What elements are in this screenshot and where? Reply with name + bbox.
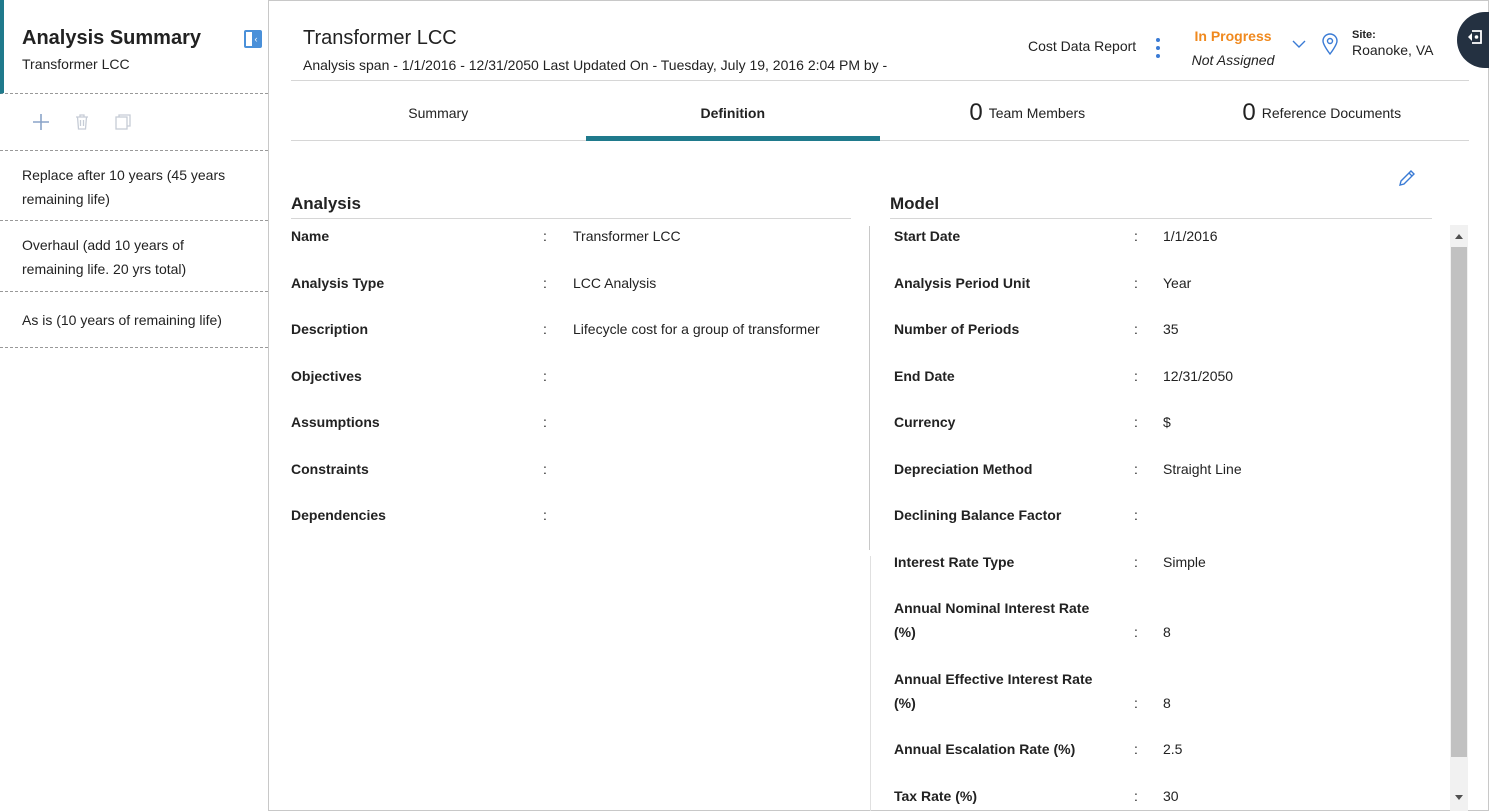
- field-label: Annual Nominal Interest Rate (%): [894, 600, 1090, 640]
- field-value: Straight Line: [1163, 461, 1242, 477]
- chevron-down-icon[interactable]: [1291, 36, 1307, 52]
- field-label: Interest Rate Type: [894, 554, 1015, 570]
- field-colon: :: [1134, 741, 1138, 757]
- field-value: $: [1163, 414, 1171, 430]
- tab-label: Team Members: [988, 104, 1086, 121]
- field-label: End Date: [894, 368, 955, 384]
- field-label: Start Date: [894, 228, 961, 244]
- field-value: Lifecycle cost for a group of transforme…: [573, 321, 820, 337]
- field-label: Analysis Type: [291, 275, 385, 291]
- page-title: Transformer LCC: [303, 27, 457, 49]
- sidebar-title: Analysis Summary: [22, 27, 201, 49]
- tab-definition[interactable]: Definition: [585, 81, 881, 141]
- tab-label: Reference Documents: [1261, 104, 1402, 121]
- field-label: Description: [291, 321, 369, 337]
- field-value: 8: [1163, 624, 1171, 640]
- tab-label: Definition: [700, 104, 766, 121]
- tab-count: 0: [1242, 98, 1256, 126]
- field-label: Annual Effective Interest Rate (%): [894, 671, 1093, 711]
- assignment-status: Not Assigned: [1191, 52, 1275, 68]
- field-label: Number of Periods: [894, 321, 1020, 337]
- tab-team-members[interactable]: 0 Team Members: [880, 81, 1175, 140]
- model-heading: Model: [890, 194, 1432, 219]
- analysis-heading: Analysis: [291, 194, 851, 219]
- field-label: Annual Escalation Rate (%): [894, 741, 1076, 757]
- field-colon: :: [1134, 461, 1138, 477]
- sidebar-toolbar: [0, 94, 268, 151]
- field-colon: :: [543, 321, 547, 337]
- field-label: Dependencies: [291, 507, 386, 523]
- field-colon: :: [543, 275, 547, 291]
- field-label: Assumptions: [291, 414, 380, 430]
- field-colon: :: [1134, 507, 1138, 523]
- collapse-sidebar-icon[interactable]: ‹: [244, 30, 262, 48]
- tab-count: 0: [969, 98, 983, 126]
- field-colon: :: [1134, 275, 1138, 291]
- field-colon: :: [1134, 788, 1138, 804]
- field-label: Declining Balance Factor: [894, 507, 1062, 523]
- field-value: 2.5: [1163, 741, 1183, 757]
- field-colon: :: [1134, 554, 1138, 570]
- scroll-down-icon[interactable]: [1450, 789, 1468, 807]
- sidebar-subtitle: Transformer LCC: [22, 56, 130, 72]
- field-value: 8: [1163, 695, 1171, 711]
- field-colon: :: [1134, 624, 1138, 640]
- vertical-scrollbar[interactable]: [1450, 225, 1468, 811]
- tab-reference-documents[interactable]: 0 Reference Documents: [1175, 81, 1470, 140]
- scroll-up-icon[interactable]: [1450, 227, 1468, 245]
- add-icon[interactable]: [31, 112, 51, 132]
- field-value: LCC Analysis: [573, 275, 657, 291]
- field-value: 1/1/2016: [1163, 228, 1218, 244]
- column-divider: [870, 556, 871, 811]
- sidebar-item-as-is[interactable]: As is (10 years of remaining life): [0, 292, 268, 348]
- field-label: Name: [291, 228, 330, 244]
- tab-summary[interactable]: Summary: [291, 81, 586, 140]
- field-label: Constraints: [291, 461, 369, 477]
- field-colon: :: [543, 228, 547, 244]
- scrollbar-thumb[interactable]: [1451, 247, 1467, 757]
- field-label: Objectives: [291, 368, 362, 384]
- sidebar-header: Analysis Summary Transformer LCC ‹: [0, 0, 268, 94]
- edit-pencil-icon[interactable]: [1397, 168, 1417, 188]
- status-badge[interactable]: In Progress: [1178, 28, 1288, 44]
- sidebar-item-overhaul[interactable]: Overhaul (add 10 years of remaining life…: [0, 221, 268, 292]
- analysis-span: Analysis span - 1/1/2016 - 12/31/2050 La…: [303, 57, 888, 73]
- column-divider: [869, 226, 870, 550]
- field-colon: :: [543, 461, 547, 477]
- site-value: Roanoke, VA: [1352, 42, 1434, 58]
- tab-label: Summary: [408, 104, 469, 121]
- field-colon: :: [543, 368, 547, 384]
- field-value: Simple: [1163, 554, 1206, 570]
- field-colon: :: [1134, 695, 1138, 711]
- copy-icon[interactable]: [113, 112, 133, 132]
- cost-data-report-link[interactable]: Cost Data Report: [1028, 38, 1136, 54]
- field-label: Tax Rate (%): [894, 788, 977, 804]
- field-colon: :: [543, 414, 547, 430]
- field-value: Year: [1163, 275, 1192, 291]
- field-label: Depreciation Method: [894, 461, 1033, 477]
- field-value: 35: [1163, 321, 1179, 337]
- panel-exit-icon: [1468, 30, 1482, 44]
- more-options-icon[interactable]: [1154, 38, 1162, 58]
- field-label: Currency: [894, 414, 956, 430]
- sidebar: Analysis Summary Transformer LCC ‹ Repla…: [0, 0, 269, 811]
- field-value: 30: [1163, 788, 1179, 804]
- delete-icon[interactable]: [72, 112, 92, 132]
- sidebar-item-replace[interactable]: Replace after 10 years (45 years remaini…: [0, 151, 268, 221]
- field-label: Analysis Period Unit: [894, 275, 1031, 291]
- field-value: 12/31/2050: [1163, 368, 1234, 384]
- field-colon: :: [1134, 414, 1138, 430]
- tab-bar: Summary Definition 0 Team Members 0 Refere…: [291, 81, 1469, 141]
- field-colon: :: [543, 507, 547, 523]
- field-colon: :: [1134, 228, 1138, 244]
- field-colon: :: [1134, 368, 1138, 384]
- site-label: Site:: [1352, 29, 1376, 41]
- field-colon: :: [1134, 321, 1138, 337]
- location-pin-icon: [1321, 33, 1339, 56]
- field-value: Transformer LCC: [573, 228, 681, 244]
